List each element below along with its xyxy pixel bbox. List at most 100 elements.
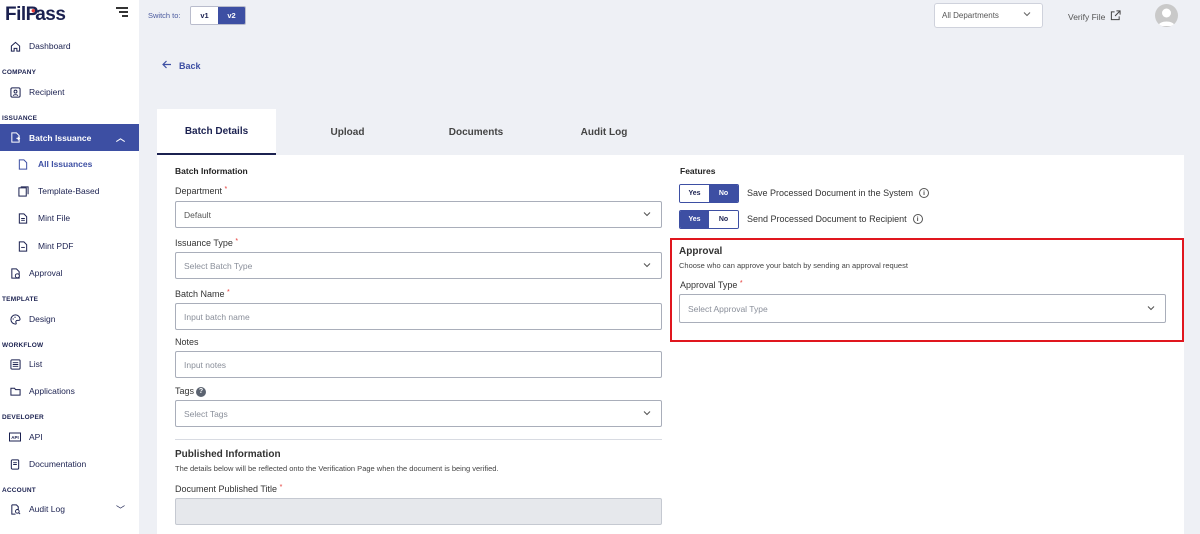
- save-yes-button[interactable]: Yes: [680, 185, 709, 202]
- switch-v2-button[interactable]: v2: [218, 7, 245, 24]
- sidebar-item-dashboard[interactable]: Dashboard: [0, 33, 139, 59]
- section-label-developer: DEVELOPER: [2, 414, 44, 421]
- send-processed-toggle: Yes No: [679, 210, 739, 229]
- batch-name-placeholder: Input batch name: [184, 311, 250, 322]
- sidebar-item-label: Dashboard: [29, 41, 71, 51]
- version-switch: v1 v2: [190, 6, 246, 25]
- department-select-value: All Departments: [942, 11, 999, 20]
- palette-icon: [9, 313, 21, 325]
- chevron-down-icon: [643, 261, 651, 269]
- batch-details-card: Batch Information Department * Default I…: [157, 155, 1184, 534]
- save-processed-label: Save Processed Document in the System i: [747, 188, 930, 198]
- doc-published-title-input[interactable]: [175, 498, 662, 525]
- sidebar-item-api[interactable]: API API: [0, 424, 139, 450]
- section-label-workflow: WORKFLOW: [2, 342, 44, 349]
- save-processed-toggle: Yes No: [679, 184, 739, 203]
- sidebar-item-documentation[interactable]: Documentation: [0, 451, 139, 477]
- notes-input[interactable]: Input notes: [175, 351, 662, 378]
- sidebar-item-label: Audit Log: [29, 504, 65, 514]
- tags-select[interactable]: Select Tags: [175, 400, 662, 427]
- sidebar-item-design[interactable]: Design: [0, 306, 139, 332]
- sidebar-item-mint-file[interactable]: Mint File: [0, 205, 139, 231]
- tab-bar: Batch Details Upload Documents Audit Log: [157, 109, 675, 155]
- issuance-type-select[interactable]: Select Batch Type: [175, 252, 662, 279]
- tab-batch-details[interactable]: Batch Details: [157, 109, 276, 155]
- chevron-down-icon: [643, 409, 651, 417]
- tab-upload[interactable]: Upload: [276, 109, 419, 155]
- tags-label: Tags?: [175, 386, 207, 397]
- chevron-down-icon: ﹀: [115, 504, 125, 515]
- notes-placeholder: Input notes: [184, 359, 227, 370]
- document-icon: [17, 212, 29, 224]
- verify-file-link[interactable]: Verify File: [1068, 10, 1121, 23]
- sidebar: FilP●ass Dashboard COMPANY Recipient ISS…: [0, 0, 139, 534]
- batch-name-label: Batch Name *: [175, 289, 230, 299]
- help-icon[interactable]: ?: [196, 386, 207, 397]
- svg-text:API: API: [11, 435, 19, 440]
- sidebar-item-applications[interactable]: Applications: [0, 378, 139, 404]
- sidebar-item-template-based[interactable]: Template-Based: [0, 178, 139, 204]
- folder-icon: [9, 385, 21, 397]
- department-select[interactable]: Default: [175, 201, 662, 228]
- sidebar-item-mint-pdf[interactable]: Mint PDF: [0, 233, 139, 259]
- tab-audit-log[interactable]: Audit Log: [533, 109, 675, 155]
- template-icon: [17, 185, 29, 197]
- published-info-description: The details below will be reflected onto…: [175, 464, 499, 473]
- sidebar-item-label: List: [29, 359, 43, 369]
- pdf-icon: [17, 240, 29, 252]
- back-link[interactable]: Back: [162, 60, 201, 72]
- contact-card-icon: [9, 86, 21, 98]
- sidebar-item-audit-log[interactable]: Audit Log ﹀: [0, 496, 139, 522]
- approval-heading: Approval: [679, 246, 723, 257]
- approval-doc-icon: [9, 267, 21, 279]
- section-label-template: TEMPLATE: [2, 296, 39, 303]
- features-heading: Features: [680, 166, 716, 176]
- filpass-logo[interactable]: FilP●ass: [5, 4, 66, 26]
- switch-v1-button[interactable]: v1: [191, 7, 218, 24]
- info-icon[interactable]: i: [912, 214, 923, 224]
- switch-label: Switch to:: [148, 11, 181, 20]
- issuance-type-label: Issuance Type *: [175, 238, 239, 248]
- approval-description: Choose who can approve your batch by sen…: [679, 261, 908, 270]
- send-processed-label: Send Processed Document to Recipient i: [747, 214, 923, 224]
- batch-info-heading: Batch Information: [175, 166, 248, 176]
- sidebar-item-recipient[interactable]: Recipient: [0, 79, 139, 105]
- list-icon: [9, 358, 21, 370]
- section-label-issuance: ISSUANCE: [2, 115, 38, 122]
- department-select[interactable]: All Departments: [934, 3, 1043, 28]
- approval-highlight-box: [670, 238, 1184, 342]
- chevron-down-icon: [1023, 10, 1031, 19]
- tab-documents[interactable]: Documents: [419, 109, 533, 155]
- chevron-down-icon: [1147, 304, 1155, 312]
- batch-doc-icon: [9, 132, 21, 144]
- send-no-button[interactable]: No: [709, 211, 738, 228]
- published-info-heading: Published Information: [175, 449, 281, 460]
- user-avatar[interactable]: [1155, 4, 1178, 27]
- send-yes-button[interactable]: Yes: [680, 211, 709, 228]
- sidebar-item-batch-issuance[interactable]: Batch Issuance ︿: [0, 124, 139, 151]
- file-icon: [17, 158, 29, 170]
- chevron-down-icon: [643, 210, 651, 218]
- sidebar-item-label: Batch Issuance: [29, 132, 92, 143]
- save-no-button[interactable]: No: [709, 185, 738, 202]
- sidebar-item-list[interactable]: List: [0, 351, 139, 377]
- back-label: Back: [179, 61, 201, 71]
- sidebar-item-label: Design: [29, 314, 56, 324]
- sidebar-item-all-issuances[interactable]: All Issuances: [0, 151, 139, 177]
- book-icon: [9, 458, 21, 470]
- approval-type-select[interactable]: Select Approval Type: [679, 294, 1166, 323]
- info-icon[interactable]: i: [919, 188, 930, 198]
- section-label-company: COMPANY: [2, 69, 37, 76]
- sidebar-item-label: Recipient: [29, 87, 65, 97]
- audit-search-icon: [9, 503, 21, 515]
- sidebar-item-label: All Issuances: [38, 159, 93, 169]
- issuance-type-placeholder: Select Batch Type: [184, 260, 253, 271]
- doc-published-title-label: Document Published Title *: [175, 484, 283, 494]
- sidebar-item-label: Template-Based: [38, 186, 100, 196]
- batch-name-input[interactable]: Input batch name: [175, 303, 662, 330]
- sidebar-item-approval[interactable]: Approval: [0, 260, 139, 286]
- sidebar-item-label: Approval: [29, 268, 63, 278]
- approval-type-label: Approval Type *: [680, 280, 743, 290]
- menu-toggle-icon[interactable]: [116, 7, 128, 19]
- topbar: Switch to: v1 v2 All Departments Verify …: [139, 0, 1200, 32]
